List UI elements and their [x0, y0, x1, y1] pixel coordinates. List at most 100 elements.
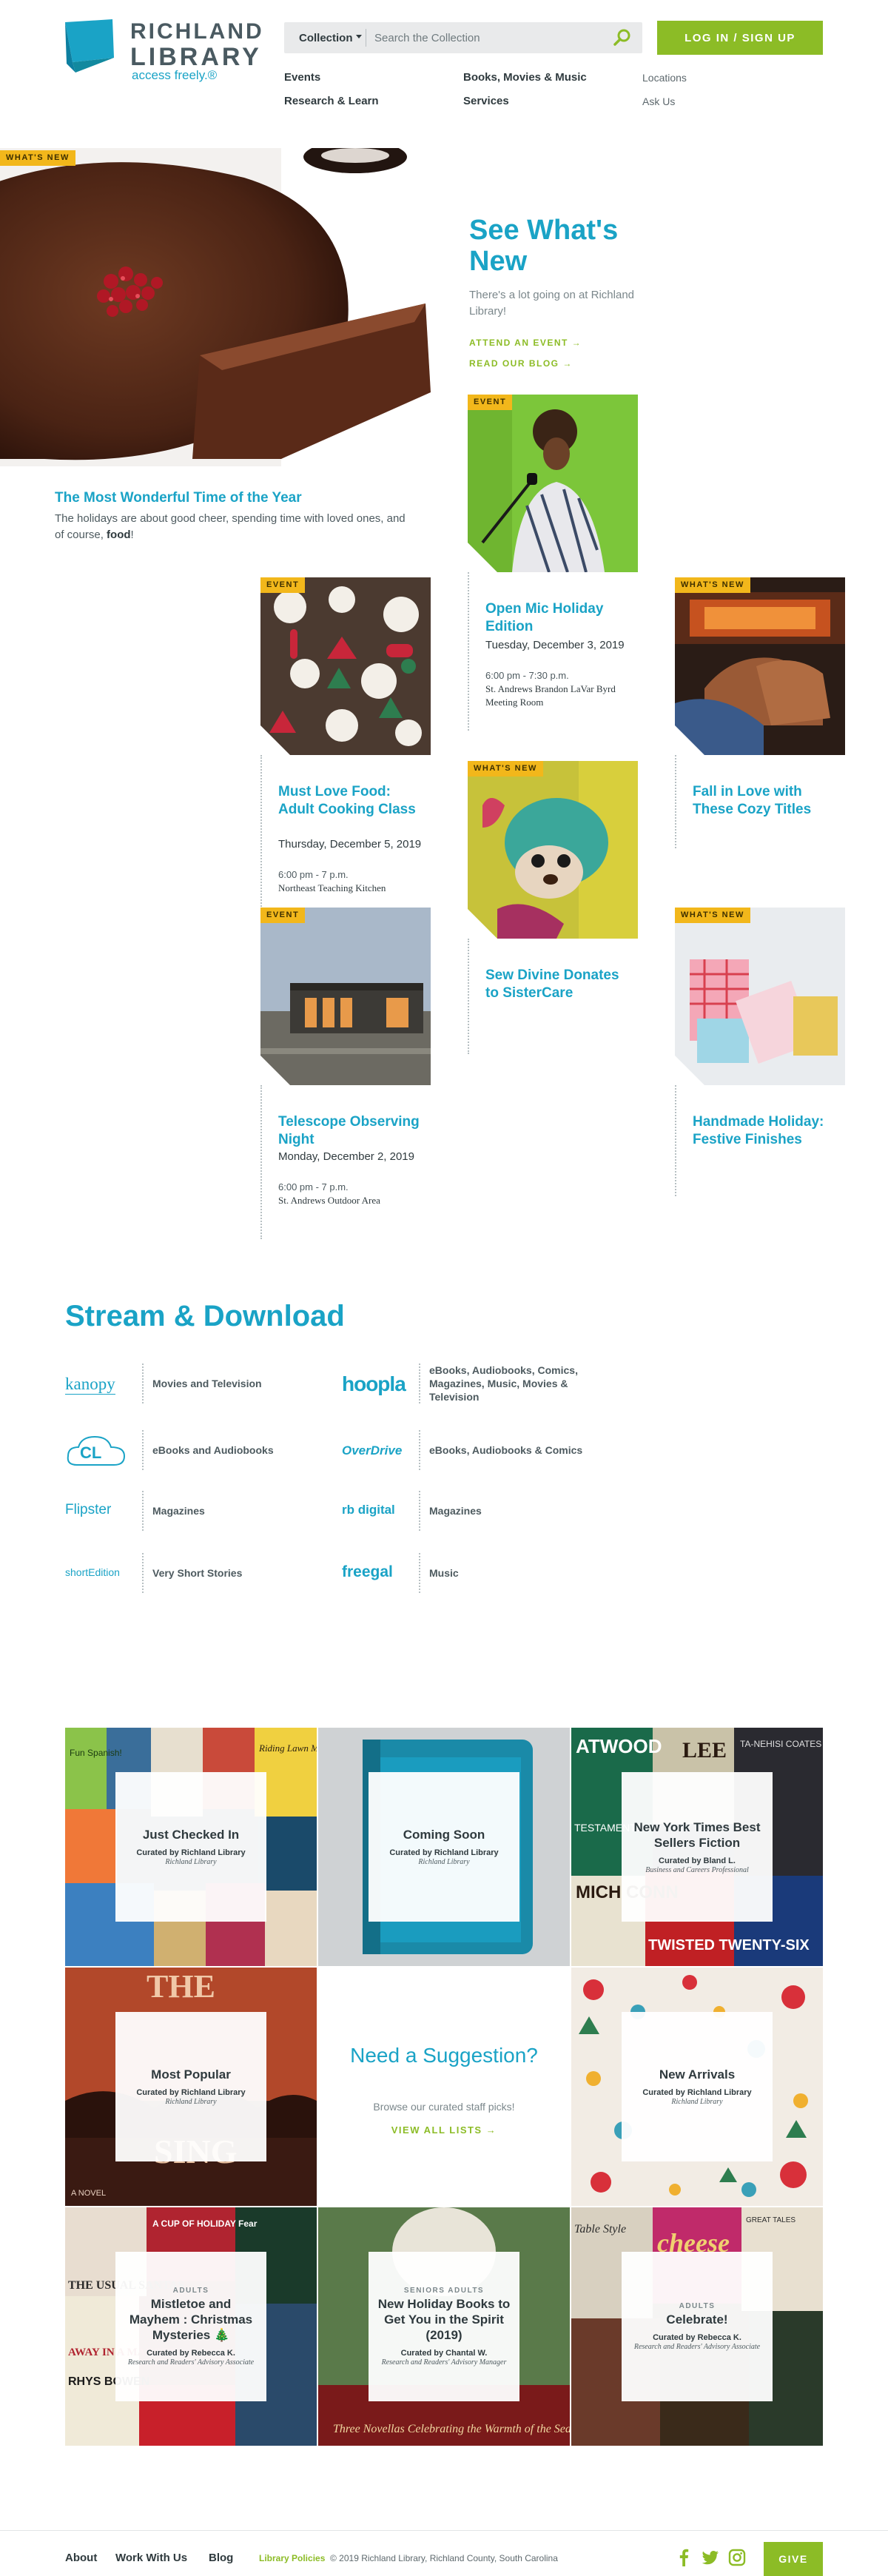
list-curator-role: Richland Library: [418, 1858, 470, 1866]
read-blog-link[interactable]: READ OUR BLOG →: [469, 358, 573, 369]
overdrive-logo[interactable]: OverDrive: [342, 1433, 413, 1469]
hero-image[interactable]: [0, 148, 431, 466]
nav-books-movies-music[interactable]: Books, Movies & Music: [463, 71, 587, 84]
footer-policies-link[interactable]: Library Policies: [259, 2553, 325, 2563]
hero-description: The holidays are about good cheer, spend…: [55, 511, 417, 543]
card-image-cooking[interactable]: [260, 577, 431, 755]
card-image-telescope[interactable]: [260, 908, 431, 1085]
footer-work-with-us-link[interactable]: Work With Us: [115, 2552, 187, 2564]
card-date: Thursday, December 5, 2019: [278, 838, 422, 851]
card-divider: [675, 1085, 676, 1196]
cover-coates: TA-NEHISI COATES: [740, 1739, 821, 1749]
footer-blog-link[interactable]: Blog: [209, 2552, 233, 2564]
short-edition-logo[interactable]: shortEdition: [65, 1554, 136, 1590]
instagram-icon[interactable]: [728, 2549, 746, 2566]
kanopy-wordmark: kanopy: [65, 1374, 115, 1395]
list-curator-role: Research and Readers' Advisory Manager: [381, 2358, 507, 2367]
stream-download-title: Stream & Download: [65, 1300, 345, 1332]
card-location: Northeast Teaching Kitchen: [278, 882, 386, 893]
login-signup-button[interactable]: LOG IN / SIGN UP: [657, 21, 823, 55]
list-tile-new-holiday-books[interactable]: Three Novellas Celebrating the Warmth of…: [318, 2207, 570, 2446]
see-whats-new-title: See What's New: [469, 215, 619, 277]
cover-lee: LEE: [682, 1738, 727, 1762]
list-curator-role: Research and Readers' Advisory Associate: [127, 2358, 255, 2367]
card-title-handmade-holiday[interactable]: Handmade Holiday: Festive Finishes: [693, 1113, 841, 1149]
list-tile-mistletoe-mayhem[interactable]: A CUP OF HOLIDAY Fear THE USUAL SANTAS A…: [65, 2207, 317, 2446]
card-image-sew-divine[interactable]: [468, 761, 638, 939]
hoopla-logo[interactable]: hoopla: [342, 1366, 413, 1402]
nav-services[interactable]: Services: [463, 95, 509, 107]
footer-about-link[interactable]: About: [65, 2552, 97, 2564]
list-tile-most-popular[interactable]: THE SING A NOVEL Most Popular Curated by…: [65, 1968, 317, 2206]
list-title: Just Checked In: [142, 1828, 240, 1842]
service-divider: [142, 1553, 144, 1593]
flipster-logo[interactable]: Flipster: [65, 1492, 136, 1528]
list-curator-role: Research and Readers' Advisory Associate: [633, 2342, 761, 2351]
cover-riding-lawn-mower: Riding Lawn Mower: [258, 1743, 317, 1754]
list-curator-role: Richland Library: [165, 1858, 217, 1866]
list-title: New York Times Best Sellers Fiction: [633, 1819, 761, 1850]
nav-ask-us[interactable]: Ask Us: [642, 95, 675, 107]
card-title-telescope[interactable]: Telescope Observing Night: [278, 1113, 426, 1149]
card-image-cozy-titles[interactable]: [675, 577, 845, 755]
give-button[interactable]: GIVE: [764, 2542, 823, 2576]
need-suggestion-subtitle: Browse our curated staff picks!: [373, 2101, 515, 2113]
view-all-lists-link[interactable]: VIEW ALL LISTS →: [318, 2124, 570, 2136]
twitter-icon[interactable]: [702, 2549, 719, 2566]
kanopy-logo[interactable]: kanopy: [65, 1366, 136, 1402]
card-image-handmade-holiday[interactable]: [675, 908, 845, 1085]
short-edition-wordmark: shortEdition: [65, 1566, 120, 1578]
card-badge: EVENT: [468, 395, 513, 410]
hero-title[interactable]: The Most Wonderful Time of the Year: [55, 490, 302, 506]
need-suggestion-title: Need a Suggestion?: [350, 2044, 538, 2067]
list-card: New Arrivals Curated by Richland Library…: [622, 2012, 773, 2161]
site-logo[interactable]: RICHLAND LIBRARY access freely.®: [65, 19, 262, 86]
cloud-library-logo[interactable]: CL: [65, 1433, 136, 1469]
card-title-cozy-titles[interactable]: Fall in Love with These Cozy Titles: [693, 783, 841, 819]
search-input[interactable]: [374, 27, 596, 49]
cover-atwood: ATWOOD: [576, 1735, 662, 1757]
list-title: Celebrate!: [666, 2312, 728, 2327]
list-card: ADULTS Mistletoe and Mayhem : Christmas …: [115, 2252, 266, 2401]
list-tile-celebrate[interactable]: Table Style cheese GREAT TALES ADULTS Ce…: [571, 2207, 823, 2446]
cover-a-novel: A NOVEL: [71, 2189, 106, 2198]
freegal-logo[interactable]: freegal: [342, 1554, 413, 1590]
service-divider: [419, 1364, 420, 1403]
list-tile-new-arrivals[interactable]: New Arrivals Curated by Richland Library…: [571, 1968, 823, 2206]
service-divider: [142, 1430, 144, 1470]
nav-events[interactable]: Events: [284, 71, 320, 84]
see-whats-new-desc: There's a lot going on at Richland Libra…: [469, 289, 635, 318]
facebook-icon[interactable]: [675, 2549, 693, 2566]
card-badge: WHAT'S NEW: [675, 577, 750, 593]
cover-table-style: Table Style: [574, 2223, 626, 2235]
list-tile-coming-soon[interactable]: Coming Soon Curated by Richland Library …: [318, 1728, 570, 1966]
list-title: New Arrivals: [659, 2067, 736, 2082]
search-scope-dropdown[interactable]: Collection: [284, 22, 364, 53]
card-title-cooking-class[interactable]: Must Love Food: Adult Cooking Class: [278, 783, 426, 819]
list-curator-role: Richland Library: [165, 2098, 217, 2106]
list-tile-just-checked-in[interactable]: Fun Spanish! Riding Lawn Mower Just Chec…: [65, 1728, 317, 1966]
card-image-open-mic[interactable]: [468, 395, 638, 572]
attend-event-link[interactable]: ATTEND AN EVENT →: [469, 338, 582, 348]
cover-twisted-twenty-six: TWISTED TWENTY-SIX: [648, 1937, 810, 1953]
nav-locations[interactable]: Locations: [642, 72, 687, 84]
card-title-open-mic[interactable]: Open Mic Holiday Edition: [485, 600, 633, 636]
footer-copyright: © 2019 Richland Library, Richland County…: [330, 2553, 558, 2563]
list-curator-role: Business and Careers Professional: [645, 1865, 749, 1874]
freegal-wordmark: freegal: [342, 1563, 393, 1580]
card-badge: EVENT: [260, 577, 306, 593]
card-badge: WHAT'S NEW: [675, 908, 750, 923]
search-icon[interactable]: [613, 28, 632, 47]
list-curator: Curated by Rebecca K.: [147, 2348, 235, 2358]
card-title-sew-divine[interactable]: Sew Divine Donates to SisterCare: [485, 967, 633, 1002]
nav-research-learn[interactable]: Research & Learn: [284, 95, 379, 107]
list-curator: Curated by Bland L.: [659, 1856, 736, 1865]
service-divider: [142, 1364, 144, 1403]
card-divider: [468, 939, 469, 1054]
rbdigital-logo[interactable]: rb digital: [342, 1492, 413, 1528]
list-tile-nyt-best-sellers[interactable]: ATWOOD LEE TA-NEHISI COATES TESTAMENTS M…: [571, 1728, 823, 1966]
card-location: St. Andrews Brandon LaVar Byrd Meeting R…: [485, 683, 616, 708]
hero-badge: WHAT'S NEW: [0, 150, 75, 166]
list-audience: ADULTS: [172, 2286, 209, 2295]
list-card: Just Checked In Curated by Richland Libr…: [115, 1772, 266, 1922]
